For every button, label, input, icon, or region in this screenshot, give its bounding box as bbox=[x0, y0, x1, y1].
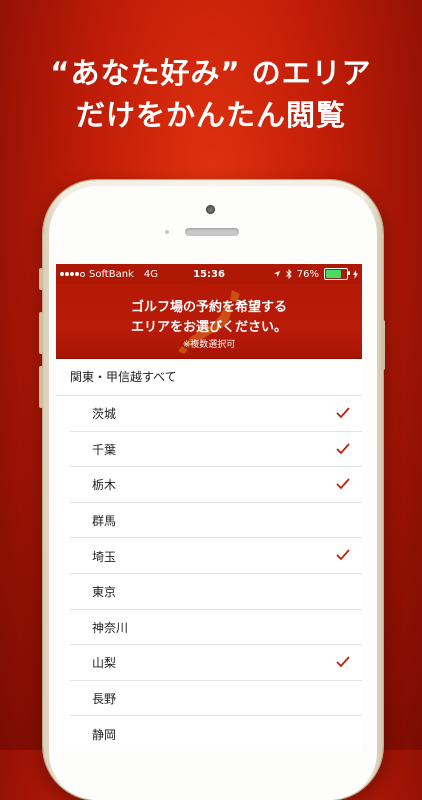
volume-up-button bbox=[39, 312, 43, 354]
region-row[interactable]: 群馬 bbox=[56, 502, 362, 539]
region-label: 長野 bbox=[92, 692, 117, 707]
region-label: 静岡 bbox=[92, 727, 117, 742]
mute-switch bbox=[39, 268, 43, 290]
region-label: 埼玉 bbox=[92, 549, 117, 564]
battery-icon bbox=[324, 268, 350, 280]
region-label: 東京 bbox=[92, 585, 117, 600]
region-row[interactable]: 埼玉 bbox=[56, 538, 362, 574]
region-label: 神奈川 bbox=[92, 620, 129, 635]
bluetooth-icon bbox=[285, 269, 292, 279]
headline-line-2: だけをかんたん閲覧 bbox=[75, 98, 346, 132]
promo-headline: “あなた好み” のエリア だけをかんたん閲覧 bbox=[0, 52, 422, 136]
phone-screen: SoftBank 4G 15:36 76% ゴルフ場の予約を希望する エリアをお… bbox=[56, 264, 362, 750]
region-row[interactable]: 千葉 bbox=[56, 431, 362, 468]
checkmark-icon bbox=[336, 407, 350, 419]
banner-note: ※複数選択可 bbox=[182, 340, 236, 350]
signal-strength-icon bbox=[60, 271, 85, 277]
region-label: 栃木 bbox=[92, 478, 117, 493]
checkmark-icon bbox=[336, 549, 350, 561]
region-label: 山梨 bbox=[92, 656, 117, 671]
checkmark-icon bbox=[336, 478, 350, 490]
region-row[interactable]: 茨城 bbox=[56, 396, 362, 432]
region-list: 茨城千葉栃木群馬埼玉東京神奈川山梨長野静岡 bbox=[56, 396, 362, 750]
region-row[interactable]: 東京 bbox=[56, 573, 362, 610]
location-arrow-icon bbox=[273, 270, 280, 278]
region-row[interactable]: 神奈川 bbox=[56, 609, 362, 646]
status-right: 76% bbox=[273, 268, 358, 280]
front-camera bbox=[206, 205, 215, 214]
group-all-kanto-koshinetsu[interactable]: 関東・甲信越すべて bbox=[56, 359, 362, 396]
region-label: 茨城 bbox=[92, 407, 117, 422]
headline-line-1: “あなた好み” のエリア bbox=[50, 56, 372, 90]
status-left: SoftBank 4G bbox=[60, 269, 158, 280]
carrier-name: SoftBank bbox=[89, 268, 134, 280]
region-row[interactable]: 栃木 bbox=[56, 467, 362, 503]
battery-percent: 76% bbox=[296, 268, 319, 280]
region-label: 千葉 bbox=[92, 442, 117, 457]
charging-bolt-icon bbox=[353, 269, 358, 279]
checkmark-icon bbox=[336, 656, 350, 668]
volume-down-button bbox=[39, 366, 43, 408]
banner-line-1: ゴルフ場の予約を希望する bbox=[130, 300, 287, 315]
power-button bbox=[381, 320, 385, 370]
region-row[interactable]: 長野 bbox=[56, 680, 362, 717]
checkmark-icon bbox=[336, 442, 350, 454]
proximity-sensor bbox=[165, 230, 169, 234]
network-type: 4G bbox=[143, 268, 158, 280]
instruction-banner: ゴルフ場の予約を希望する エリアをお選びください。 ※複数選択可 bbox=[56, 284, 362, 359]
status-bar: SoftBank 4G 15:36 76% bbox=[56, 264, 362, 284]
region-label: 群馬 bbox=[92, 514, 117, 529]
region-row[interactable]: 山梨 bbox=[56, 645, 362, 681]
earpiece-speaker bbox=[185, 228, 239, 236]
banner-line-2: エリアをお選びください。 bbox=[130, 320, 287, 335]
region-row[interactable]: 静岡 bbox=[56, 716, 362, 750]
